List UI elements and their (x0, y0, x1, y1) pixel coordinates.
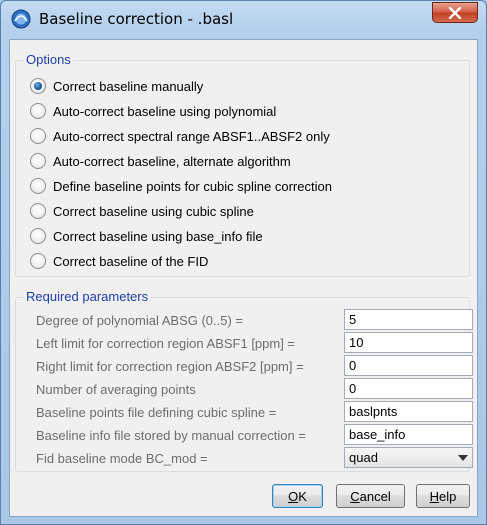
radio-cubic-spline[interactable]: Correct baseline using cubic spline (30, 201, 254, 221)
parameters-legend: Required parameters (24, 289, 151, 304)
ok-mnemonic: O (288, 488, 299, 504)
close-icon (448, 6, 462, 19)
radio-label: Correct baseline using cubic spline (53, 203, 254, 219)
param-label-absf2: Right limit for correction region ABSF2 … (36, 359, 304, 374)
radio-button[interactable] (30, 128, 46, 144)
bc-mod-select[interactable]: quad (344, 447, 473, 468)
radio-button[interactable] (30, 153, 46, 169)
chevron-down-icon[interactable] (458, 455, 468, 461)
param-label-spline-file: Baseline points file defining cubic spli… (36, 405, 277, 420)
options-legend: Options (24, 52, 73, 67)
radio-button[interactable] (30, 178, 46, 194)
dialog-window: Baseline correction - .basl Options Corr… (0, 0, 487, 525)
help-button[interactable]: Help (416, 484, 470, 508)
radio-label: Auto-correct spectral range ABSF1..ABSF2… (53, 128, 330, 144)
spline-points-file-input[interactable] (344, 401, 473, 422)
param-label-base-info: Baseline info file stored by manual corr… (36, 428, 306, 443)
cancel-label-rest: ancel (359, 488, 391, 504)
radio-fid-baseline[interactable]: Correct baseline of the FID (30, 251, 208, 271)
radio-button[interactable] (30, 203, 46, 219)
absg-input[interactable] (344, 309, 473, 330)
param-label-absf1: Left limit for correction region ABSF1 [… (36, 336, 296, 351)
radio-button[interactable] (30, 253, 46, 269)
close-button[interactable] (432, 2, 478, 23)
radio-correct-manually[interactable]: Correct baseline manually (30, 76, 203, 96)
radio-label: Define baseline points for cubic spline … (53, 178, 332, 194)
param-label-averaging: Number of averaging points (36, 382, 196, 397)
ok-label-rest: K (298, 488, 307, 504)
base-info-file-input[interactable] (344, 424, 473, 445)
cancel-mnemonic: C (350, 488, 360, 504)
radio-button-selected[interactable] (30, 78, 46, 94)
radio-auto-polynomial[interactable]: Auto-correct baseline using polynomial (30, 101, 276, 121)
options-group: Options Correct baseline manually Auto-c… (15, 52, 470, 277)
required-parameters-group: Required parameters Degree of polynomial… (15, 289, 473, 472)
ok-button[interactable]: OK (272, 484, 323, 508)
help-label-rest: elp (439, 488, 457, 504)
radio-label: Correct baseline of the FID (53, 253, 209, 269)
cancel-button[interactable]: Cancel (336, 484, 405, 508)
radio-base-info-file[interactable]: Correct baseline using base_info file (30, 226, 263, 246)
bc-mod-selected-value: quad (349, 450, 378, 465)
radio-label: Correct baseline using base_info file (53, 228, 263, 244)
radio-label: Correct baseline manually (53, 78, 204, 94)
radio-label: Auto-correct baseline using polynomial (53, 103, 277, 119)
averaging-points-input[interactable] (344, 378, 473, 399)
radio-auto-alternate[interactable]: Auto-correct baseline, alternate algorit… (30, 151, 291, 171)
title-bar[interactable]: Baseline correction - .basl (1, 1, 486, 37)
radio-define-spline-points[interactable]: Define baseline points for cubic spline … (30, 176, 332, 196)
dialog-content: Options Correct baseline manually Auto-c… (9, 39, 478, 517)
param-label-absg: Degree of polynomial ABSG (0..5) = (36, 313, 244, 328)
radio-button[interactable] (30, 103, 46, 119)
help-mnemonic: H (429, 488, 440, 504)
window-title: Baseline correction - .basl (39, 10, 234, 28)
absf1-input[interactable] (344, 332, 473, 353)
radio-label: Auto-correct baseline, alternate algorit… (53, 153, 291, 169)
param-label-bc-mod: Fid baseline mode BC_mod = (36, 451, 208, 466)
topspin-app-icon (11, 9, 31, 29)
radio-button[interactable] (30, 228, 46, 244)
radio-auto-spectral-range[interactable]: Auto-correct spectral range ABSF1..ABSF2… (30, 126, 330, 146)
absf2-input[interactable] (344, 355, 473, 376)
